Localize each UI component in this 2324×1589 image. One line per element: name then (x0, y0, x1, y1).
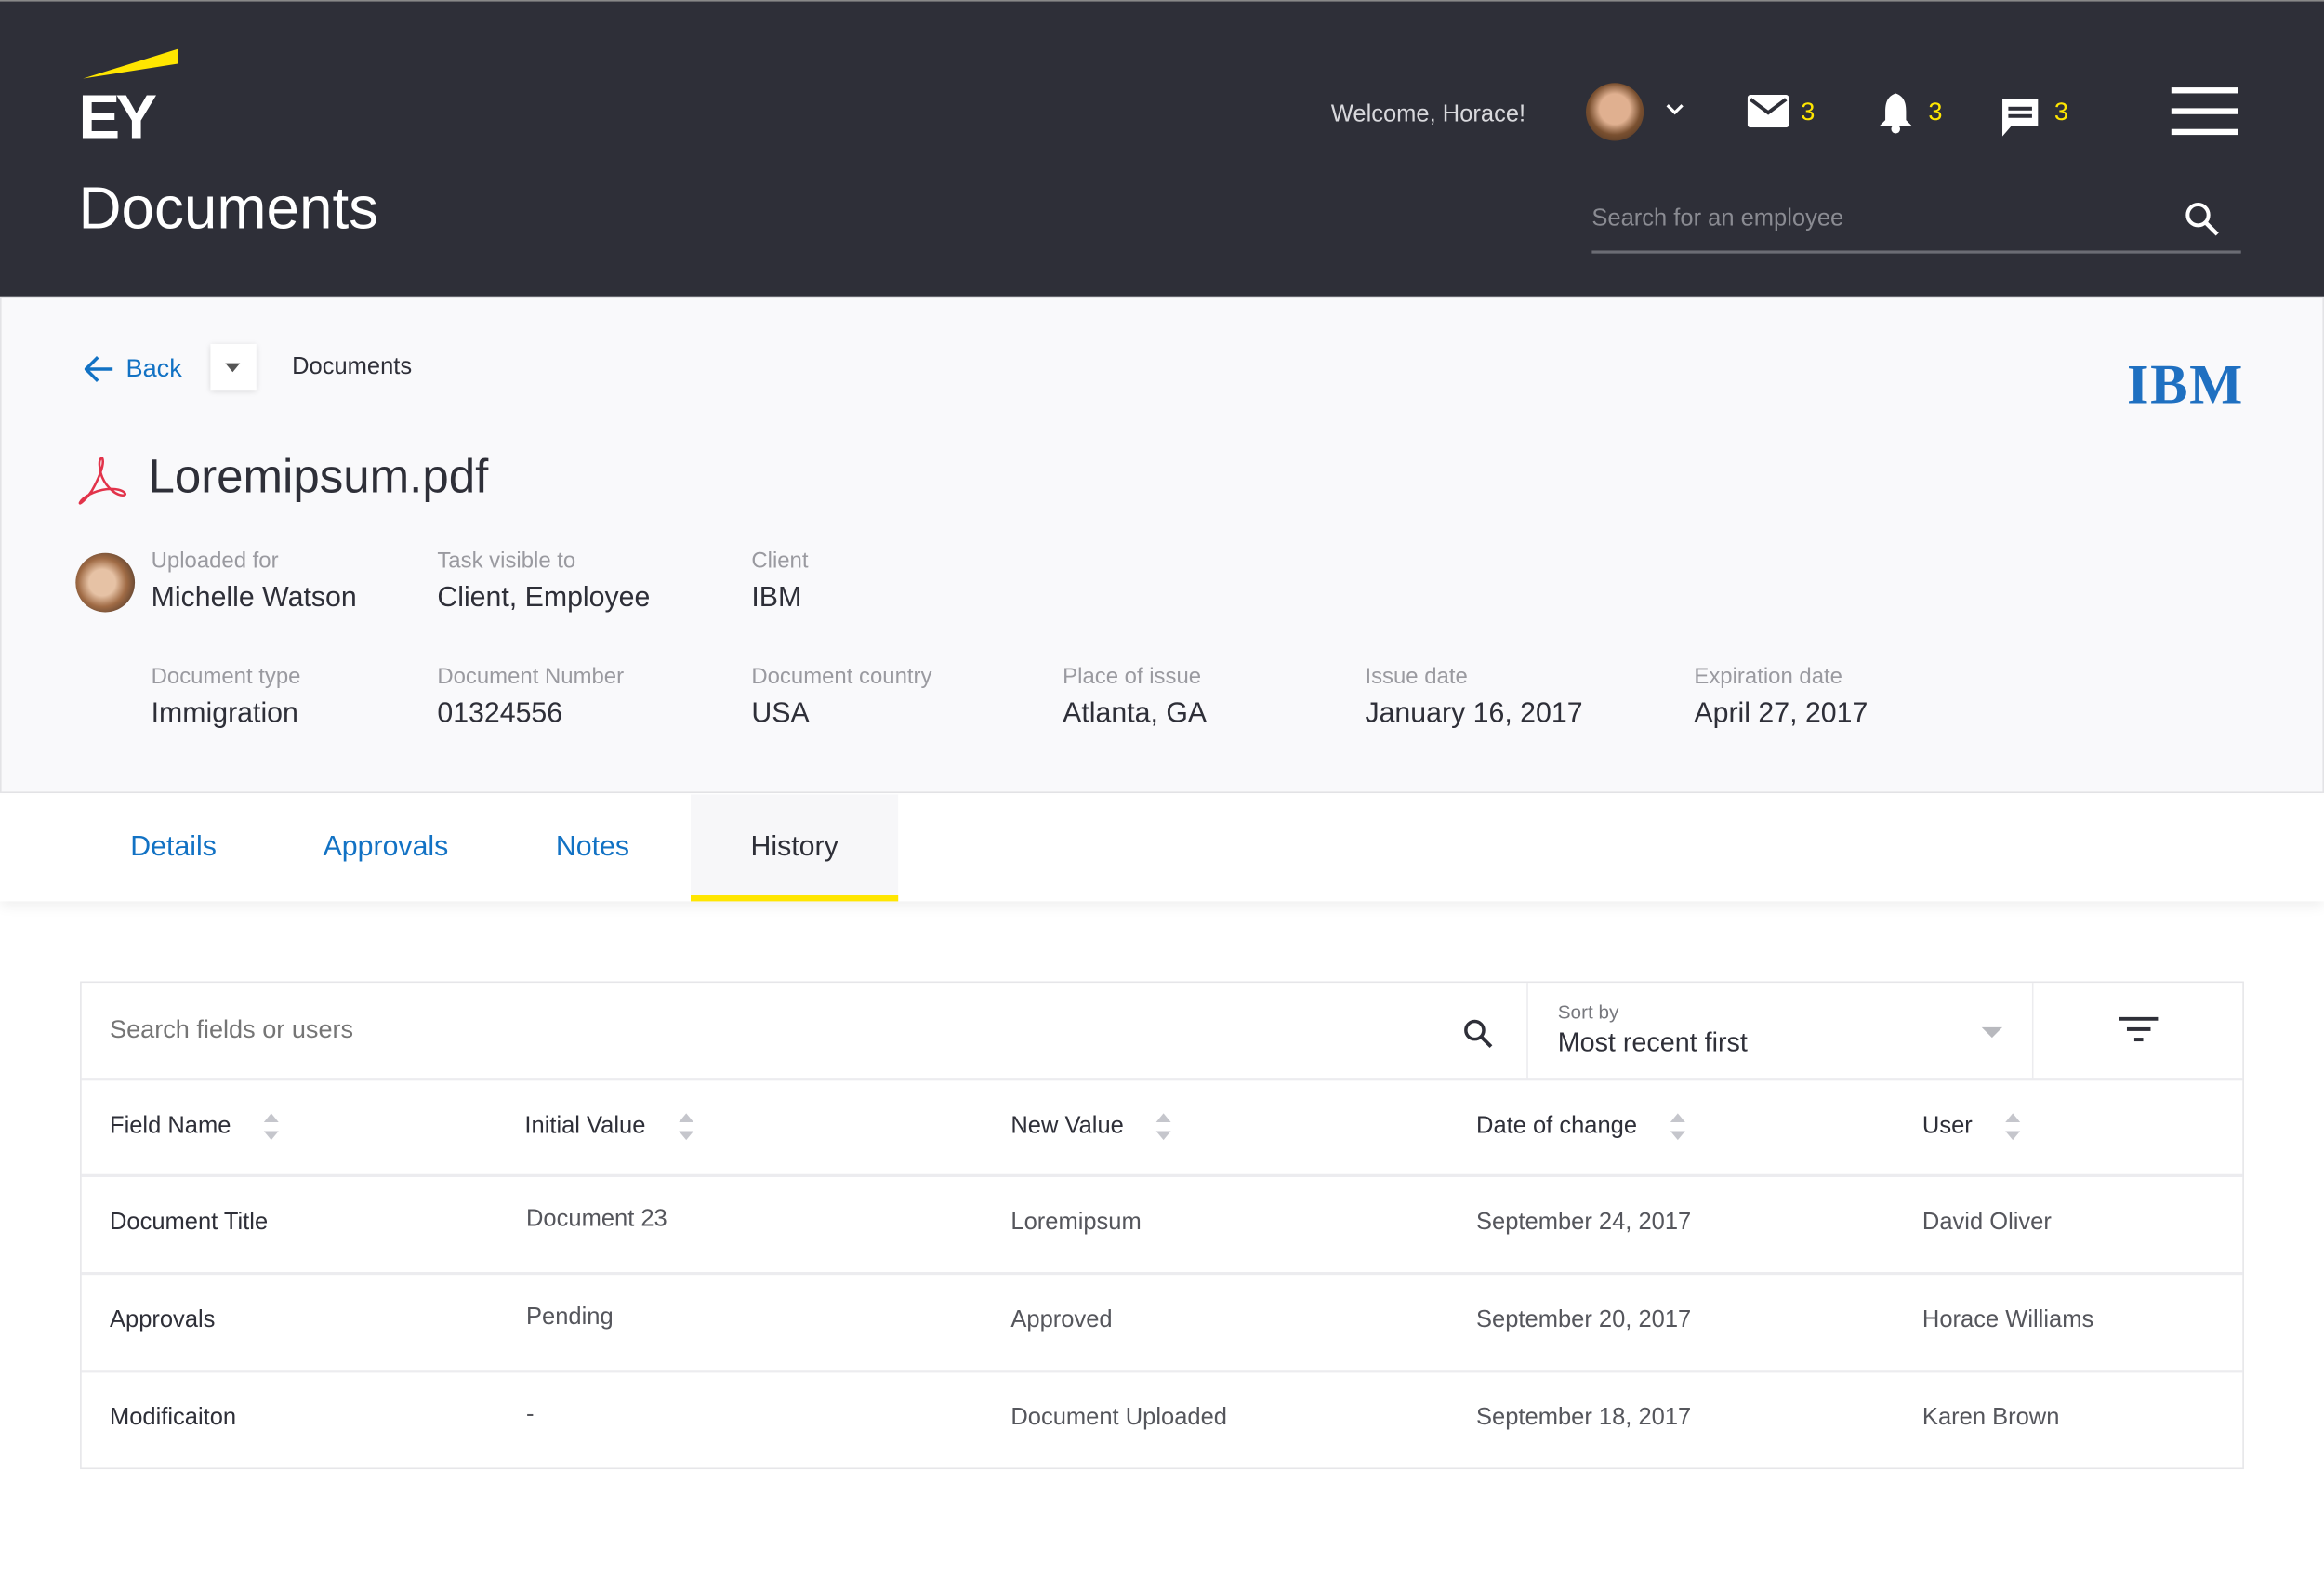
cell-initial-value: - (526, 1402, 535, 1428)
sort-arrows-icon[interactable] (263, 1113, 279, 1141)
welcome-text: Welcome, Horace! (1330, 102, 1526, 128)
table-row[interactable]: Modificaiton - Document Uploaded Septemb… (81, 1370, 2243, 1467)
column-header-field-name[interactable]: Field Name (109, 1113, 279, 1141)
uploaded-for-avatar (75, 552, 136, 613)
history-search[interactable] (82, 983, 1527, 1079)
field-label: Place of issue (1063, 664, 1202, 690)
chat-icon (2002, 99, 2039, 137)
column-header-user[interactable]: User (1921, 1113, 2020, 1141)
cell-user: Horace Williams (1921, 1307, 2094, 1333)
sort-arrows-icon[interactable] (1155, 1113, 1171, 1141)
column-header-new-value[interactable]: New Value (1010, 1113, 1171, 1141)
pdf-icon (77, 455, 127, 512)
field-label: Task visible to (437, 548, 576, 575)
bell-icon (1879, 93, 1912, 134)
sort-dropdown[interactable]: Sort by Most recent first (1526, 983, 2034, 1079)
cell-new-value: Document Uploaded (1010, 1405, 1227, 1431)
chevron-down-icon[interactable] (1665, 99, 1685, 127)
cell-user: David Oliver (1921, 1210, 2052, 1236)
sort-label: Sort by (1557, 1000, 1619, 1024)
field-label: Issue date (1365, 664, 1468, 690)
field-label: Expiration date (1694, 664, 1842, 690)
field-label: Document country (751, 664, 932, 690)
tab-details[interactable]: Details (130, 795, 217, 902)
column-header-label: New Value (1010, 1113, 1124, 1139)
column-header-date-of-change[interactable]: Date of change (1476, 1113, 1685, 1141)
caret-down-icon (1981, 1026, 2003, 1039)
cell-field-name: Approvals (109, 1307, 216, 1333)
history-search-input[interactable] (109, 1015, 1415, 1046)
cell-new-value: Loremipsum (1010, 1210, 1142, 1236)
cell-initial-value: Pending (526, 1304, 614, 1331)
field-value: April 27, 2017 (1694, 697, 1868, 730)
field-value: Client, Employee (437, 582, 651, 615)
filter-icon (2119, 1016, 2159, 1042)
mail-button[interactable]: 3 (1747, 95, 1815, 135)
sort-value: Most recent first (1557, 1026, 1748, 1057)
caret-down-icon (225, 363, 241, 373)
breadcrumb-current: Documents (292, 354, 413, 380)
mail-count: 3 (1801, 98, 1816, 126)
field-value: Michelle Watson (151, 582, 357, 615)
field-value: Atlanta, GA (1063, 697, 1208, 730)
field-label: Document type (151, 664, 301, 690)
cell-field-name: Document Title (109, 1210, 269, 1236)
column-header-label: Field Name (109, 1113, 231, 1139)
app-header: EY Documents Welcome, Horace! 3 3 3 (0, 0, 2324, 297)
tab-notes[interactable]: Notes (556, 795, 629, 902)
hamburger-menu-icon[interactable] (2171, 87, 2238, 136)
breadcrumb-dropdown[interactable] (210, 343, 257, 391)
table-row[interactable]: Document Title Document 23 Loremipsum Se… (81, 1173, 2243, 1272)
field-label: Uploaded for (151, 548, 279, 575)
sort-arrows-icon[interactable] (2004, 1113, 2020, 1141)
tab-bar: Details Approvals Notes History (0, 794, 2324, 902)
cell-user: Karen Brown (1921, 1405, 2060, 1431)
table-header-row: Field Name Initial Value New Value Date … (81, 1078, 2243, 1175)
history-table: Sort by Most recent first Field Name Ini… (80, 981, 2244, 1470)
search-icon[interactable] (1463, 1018, 1493, 1049)
chat-button[interactable]: 3 (2000, 97, 2068, 146)
cell-date: September 18, 2017 (1476, 1405, 1692, 1431)
field-value: USA (751, 697, 810, 730)
field-label: Client (751, 548, 809, 575)
ey-logo[interactable]: EY (79, 48, 178, 152)
tab-approvals[interactable]: Approvals (324, 795, 449, 902)
sort-arrows-icon[interactable] (678, 1113, 693, 1141)
ey-logo-text: EY (78, 81, 158, 152)
back-label: Back (125, 354, 182, 383)
user-avatar[interactable] (1586, 83, 1644, 141)
arrow-left-icon (84, 356, 113, 383)
column-header-label: Date of change (1476, 1113, 1638, 1139)
field-value: IBM (751, 582, 802, 615)
column-header-label: Initial Value (524, 1113, 646, 1139)
field-value: Immigration (151, 697, 298, 730)
field-value: January 16, 2017 (1365, 697, 1583, 730)
column-header-label: User (1921, 1113, 1973, 1139)
notifications-button[interactable]: 3 (1878, 92, 1942, 141)
cell-field-name: Modificaiton (109, 1405, 237, 1431)
cell-date: September 24, 2017 (1476, 1210, 1692, 1236)
search-icon[interactable] (2185, 202, 2220, 237)
chat-count: 3 (2053, 98, 2068, 126)
ibm-logo: IBM (2126, 354, 2244, 417)
document-filename: Loremipsum.pdf (148, 449, 489, 503)
sort-arrows-icon[interactable] (1670, 1113, 1685, 1141)
back-link[interactable]: Back (84, 354, 182, 384)
mail-icon (1747, 95, 1789, 128)
employee-search-input[interactable] (1591, 205, 2156, 233)
filter-button[interactable] (2032, 983, 2244, 1079)
notification-count: 3 (1928, 98, 1943, 126)
field-value: 01324556 (437, 697, 563, 730)
cell-date: September 20, 2017 (1476, 1307, 1692, 1333)
table-row[interactable]: Approvals Pending Approved September 20,… (81, 1271, 2243, 1370)
cell-new-value: Approved (1010, 1307, 1113, 1333)
employee-search[interactable] (1591, 203, 2241, 254)
column-header-initial-value[interactable]: Initial Value (524, 1113, 693, 1141)
field-label: Document Number (437, 664, 625, 690)
document-info-panel: Back Documents IBM Loremipsum.pdf Upload… (0, 296, 2324, 794)
cell-initial-value: Document 23 (526, 1206, 667, 1232)
tab-history[interactable]: History (690, 794, 899, 902)
page-title: Documents (78, 176, 379, 242)
